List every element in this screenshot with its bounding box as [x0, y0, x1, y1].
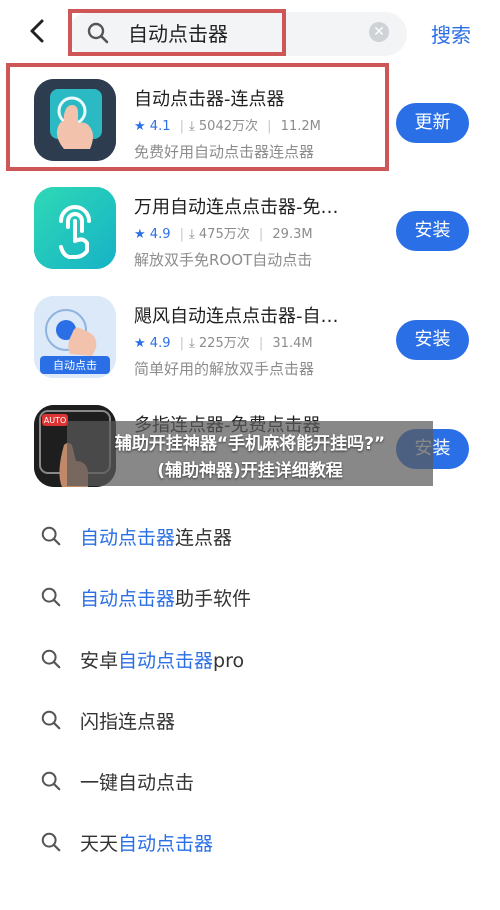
search-suggestion[interactable]: 自动点击器连点器 — [0, 513, 500, 563]
app-rating: 4.1 — [149, 119, 171, 134]
install-button[interactable]: 安装 — [396, 320, 469, 360]
app-title[interactable]: 自动点击器-连点器 — [134, 85, 285, 111]
overlay-caption: 辅助开挂神器“手机麻将能开挂吗?” (辅助神器)开挂详细教程 — [67, 421, 433, 486]
app-description: 免费好用自动点击器连点器 — [134, 143, 315, 161]
app-result-row[interactable]: 自动点击器-连点器 ★ 4.1 | ⤓ 5042万次 | 11.2M 免费好用自动… — [0, 63, 500, 171]
download-icon: ⤓ — [189, 227, 195, 242]
app-description: 解放双手免ROOT自动点击 — [134, 251, 313, 269]
download-icon: ⤓ — [189, 119, 195, 134]
star-icon: ★ — [134, 336, 146, 351]
suggestion-suffix: pro — [213, 650, 245, 672]
suggestion-prefix: 安卓 — [80, 650, 119, 672]
suggestion-keyword: 自动点击器 — [80, 588, 176, 610]
app-meta: ★ 4.9 | ⤓ 225万次 | 31.4M — [134, 336, 313, 351]
back-arrow-icon[interactable] — [24, 16, 52, 46]
search-suggestion[interactable]: 安卓自动点击器pro — [0, 636, 500, 686]
search-button[interactable]: 搜索 — [431, 19, 471, 48]
search-suggestion[interactable]: 闪指连点器 — [0, 697, 500, 747]
suggestion-suffix: 助手软件 — [175, 588, 252, 610]
app-title[interactable]: 飓风自动连点点击器-自… — [134, 302, 339, 328]
app-rating: 4.9 — [149, 336, 171, 351]
search-icon — [41, 526, 61, 546]
app-size: 11.2M — [280, 119, 321, 134]
search-suggestion[interactable]: 天天自动点击器 — [0, 819, 500, 869]
search-icon — [41, 649, 61, 669]
app-result-row[interactable]: 自动点击 飓风自动连点点击器-自… ★ 4.9 | ⤓ 225万次 | 31.4M… — [0, 280, 500, 388]
search-icon — [87, 22, 109, 44]
suggestion-keyword: 自动点击器 — [118, 650, 214, 672]
update-button[interactable]: 更新 — [396, 103, 469, 143]
app-result-row[interactable]: 万用自动连点点击器-免… ★ 4.9 | ⤓ 475万次 | 29.3M 解放双手… — [0, 171, 500, 279]
app-description: 简单好用的解放双手点击器 — [134, 360, 315, 378]
app-icon-touch — [34, 187, 116, 269]
suggestion-prefix: 一键自动点击 — [80, 772, 195, 794]
suggestion-keyword: 自动点击器 — [80, 527, 176, 549]
app-downloads: 5042万次 — [198, 119, 258, 134]
suggestion-keyword: 自动点击器 — [118, 833, 214, 855]
app-size: 29.3M — [272, 227, 313, 242]
suggestion-prefix: 闪指连点器 — [80, 711, 176, 733]
app-title[interactable]: 万用自动连点点击器-免… — [134, 193, 339, 219]
search-suggestion[interactable]: 一键自动点击 — [0, 758, 500, 808]
search-query-text[interactable]: 自动点击器 — [128, 18, 228, 47]
install-button[interactable]: 安装 — [396, 211, 469, 251]
search-icon — [41, 832, 61, 852]
top-bar: 自动点击器 ✕ 搜索 — [0, 0, 500, 62]
clear-search-icon[interactable]: ✕ — [369, 22, 389, 42]
overlay-caption-line1: 辅助开挂神器“手机麻将能开挂吗?” — [114, 434, 386, 454]
app-icon-clicker — [34, 79, 116, 161]
search-icon — [41, 587, 61, 607]
download-icon: ⤓ — [189, 336, 195, 351]
app-meta: ★ 4.1 | ⤓ 5042万次 | 11.2M — [134, 119, 321, 134]
star-icon: ★ — [134, 119, 146, 134]
search-suggestion[interactable]: 自动点击器助手软件 — [0, 574, 500, 624]
app-icon-label: 自动点击 — [53, 359, 97, 372]
suggestion-prefix: 天天 — [80, 833, 119, 855]
app-downloads: 475万次 — [198, 227, 250, 242]
star-icon: ★ — [134, 227, 146, 242]
app-meta: ★ 4.9 | ⤓ 475万次 | 29.3M — [134, 227, 313, 242]
app-rating: 4.9 — [149, 227, 171, 242]
overlay-caption-line2: (辅助神器)开挂详细教程 — [157, 461, 343, 481]
app-downloads: 225万次 — [198, 336, 250, 351]
suggestion-suffix: 连点器 — [175, 527, 233, 549]
search-icon — [41, 710, 61, 730]
app-icon-label: AUTO — [44, 416, 67, 425]
search-input[interactable] — [68, 12, 407, 56]
app-icon-hurricane: 自动点击 — [34, 296, 116, 378]
search-icon — [41, 771, 61, 791]
app-size: 31.4M — [272, 336, 313, 351]
